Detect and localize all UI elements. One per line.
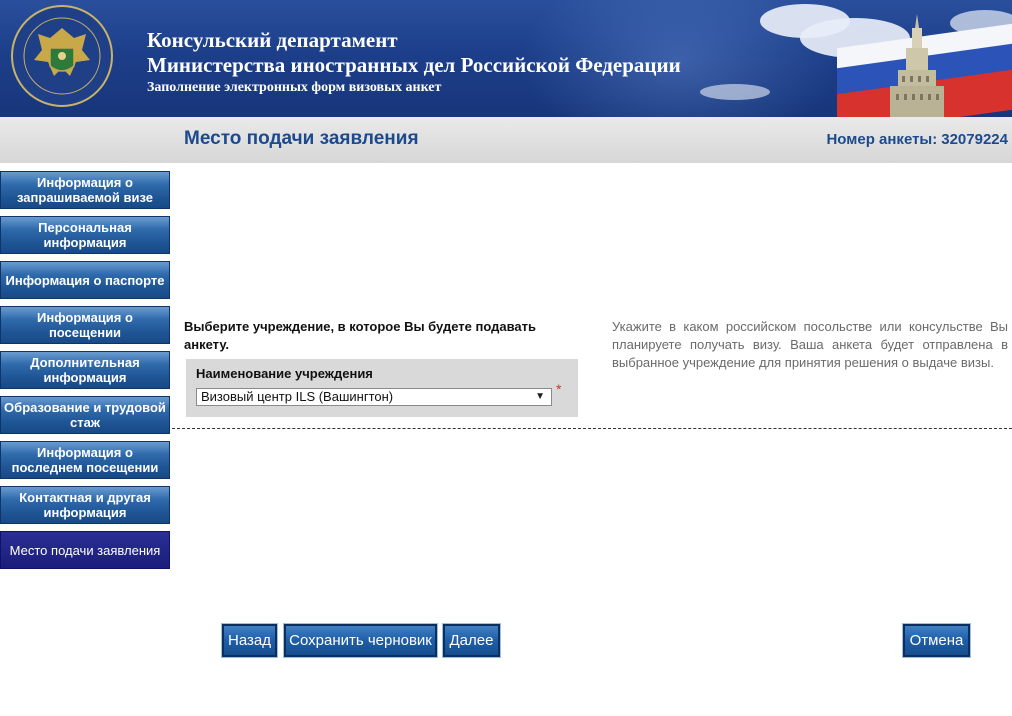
ministry-building-icon [890,14,944,117]
dropdown-arrow-icon: ▼ [535,391,545,402]
ministry-seal-icon [11,5,113,107]
nav-item-passport-info[interactable]: Информация о паспорте [0,261,170,299]
nav-item-visa-info[interactable]: Информация о запрашиваемой визе [0,171,170,209]
next-button[interactable]: Далее [442,623,501,658]
nav-item-personal-info[interactable]: Персональная информация [0,216,170,254]
application-number: Номер анкеты: 32079224 [822,131,1008,148]
banner-title-line2: Министерства иностранных дел Российской … [147,53,681,77]
application-number-label: Номер анкеты: [826,131,938,148]
save-draft-button[interactable]: Сохранить черновик [283,623,438,658]
nav-item-visit-info[interactable]: Информация о посещении [0,306,170,344]
required-mark: * [556,381,562,397]
nav-item-education-work[interactable]: Образование и трудовой стаж [0,396,170,434]
header-banner: Консульский департамент Министерства ино… [0,0,1012,117]
institution-select-value: Визовый центр ILS (Вашингтон) [201,389,394,404]
institution-select[interactable]: Визовый центр ILS (Вашингтон) ▼ [196,388,552,406]
nav-item-additional-info[interactable]: Дополнительная информация [0,351,170,389]
banner-title: Консульский департамент Министерства ино… [147,28,681,98]
banner-title-line1: Консульский департамент [147,28,398,52]
nav-item-submission-place[interactable]: Место подачи заявления [0,531,170,569]
banner-subtitle: Заполнение электронных форм визовых анке… [147,80,442,95]
cancel-button[interactable]: Отмена [902,623,971,658]
institution-hint: Укажите в каком российском посольстве ил… [612,319,1008,370]
nav-item-contact-info[interactable]: Контактная и другая информация [0,486,170,524]
page-title-bar: Место подачи заявления Номер анкеты: 3207… [0,117,1012,163]
page-title: Место подачи заявления [184,128,419,149]
institution-prompt: Выберите учреждение, в которое Вы будете… [184,319,536,352]
institution-field-label: Наименование учреждения [196,366,373,381]
application-number-value: 32079224 [941,131,1008,148]
institution-field-group: Наименование учреждения Визовый центр IL… [186,359,578,417]
section-divider [172,428,1012,429]
cloud-decoration [700,84,770,100]
back-button[interactable]: Назад [221,623,278,658]
nav-item-last-visit[interactable]: Информация о последнем посещении [0,441,170,479]
